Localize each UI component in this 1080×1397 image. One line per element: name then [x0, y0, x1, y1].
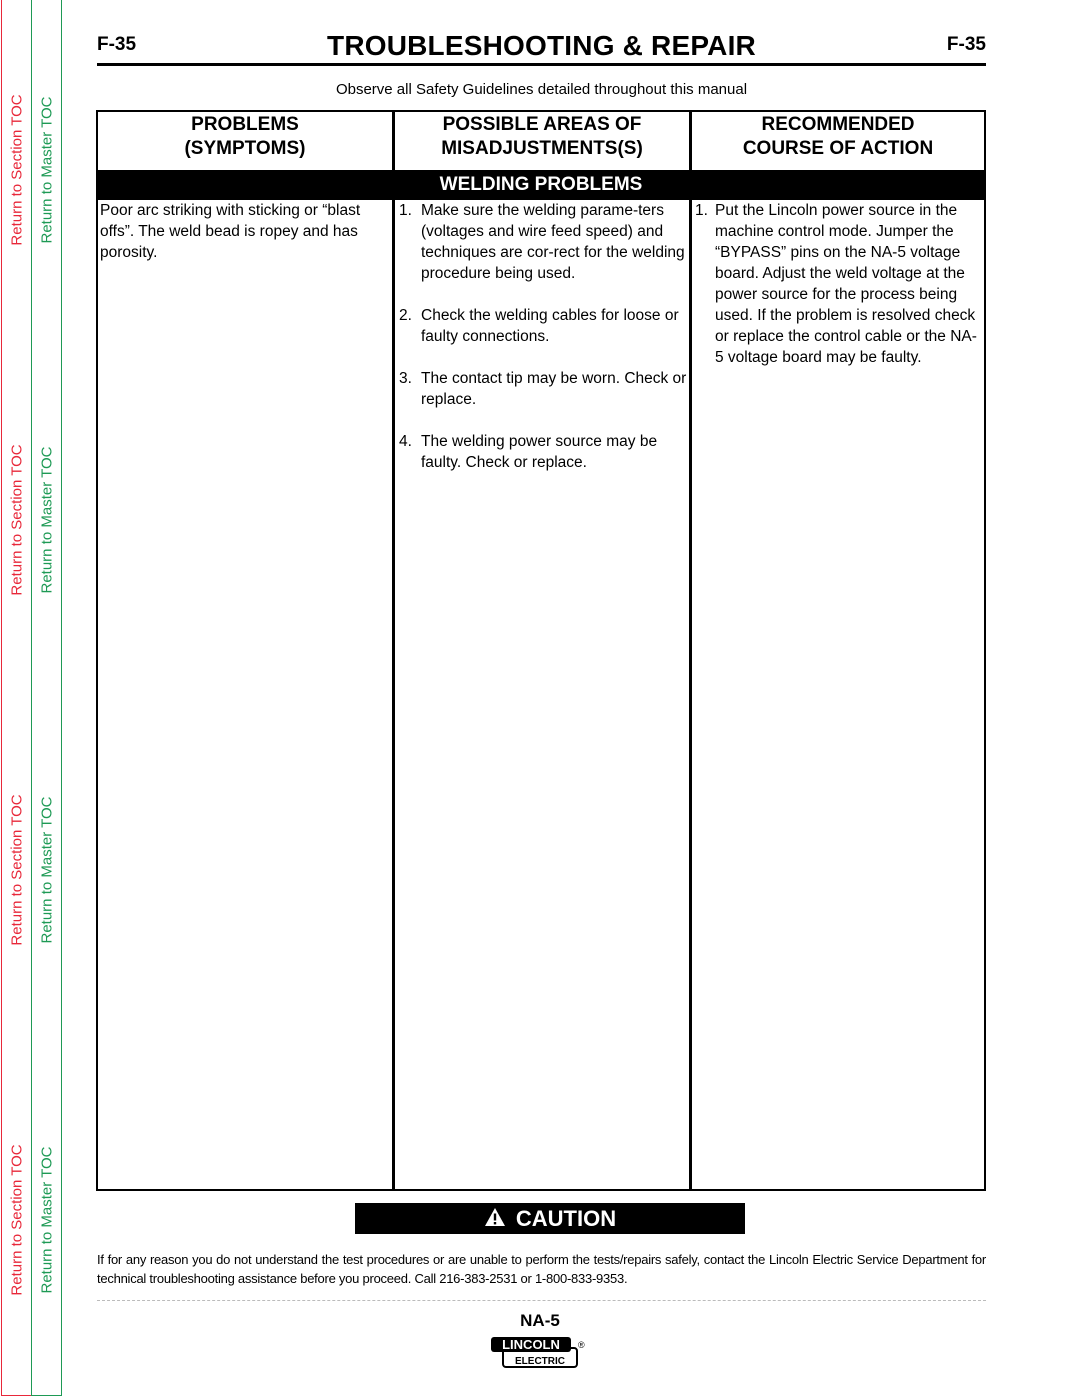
caution-text: If for any reason you do not understand …	[97, 1252, 986, 1286]
link-label: Return to Section TOC	[8, 444, 25, 596]
link-label: Return to Section TOC	[8, 1144, 25, 1296]
return-to-section-toc-link[interactable]: Return to Section TOC	[2, 1130, 31, 1310]
item-number: 1.	[399, 202, 412, 219]
page-header: F-35 TROUBLESHOOTING & REPAIR F-35	[97, 26, 986, 64]
return-to-section-toc-link[interactable]: Return to Section TOC	[2, 80, 31, 260]
registered-mark: ®	[578, 1340, 585, 1350]
section-toc-strip: Return to Section TOC Return to Section …	[1, 0, 32, 1396]
possible-area-item: 3. The contact tip may be worn. Check or…	[397, 368, 687, 410]
column-header-line: COURSE OF ACTION	[742, 138, 934, 159]
item-text: Make sure the welding parame-ters (volta…	[421, 202, 685, 282]
column-header-problems: PROBLEMS (SYMPTOMS)	[98, 112, 392, 171]
item-number: 3.	[399, 370, 412, 387]
safety-note: Observe all Safety Guidelines detailed t…	[335, 81, 748, 98]
item-number: 4.	[399, 433, 412, 450]
section-band-label: WELDING PROBLEMS	[439, 174, 643, 195]
recommended-cell: 1. Put the Lincoln power source in the m…	[693, 200, 985, 389]
link-label: Return to Section TOC	[8, 794, 25, 946]
return-to-section-toc-link[interactable]: Return to Section TOC	[2, 430, 31, 610]
section-band: WELDING PROBLEMS	[98, 170, 984, 200]
caution-label: CAUTION	[515, 1206, 617, 1231]
column-header-possible-areas: POSSIBLE AREAS OF MISADJUSTMENTS(S)	[395, 112, 689, 171]
page-number-right: F-35	[946, 34, 986, 55]
link-label: Return to Master TOC	[38, 796, 55, 944]
column-header-line: (SYMPTOMS)	[184, 138, 306, 159]
column-header-line: PROBLEMS	[191, 114, 299, 135]
link-label: Return to Section TOC	[8, 94, 25, 246]
return-to-master-toc-link[interactable]: Return to Master TOC	[32, 80, 61, 260]
header-rule	[97, 63, 986, 66]
item-text: The welding power source may be faulty. …	[421, 433, 658, 471]
footer-divider	[97, 1300, 986, 1301]
return-to-master-toc-link[interactable]: Return to Master TOC	[32, 1130, 61, 1310]
logo-top-text: LINCOLN	[502, 1337, 560, 1352]
return-to-master-toc-link[interactable]: Return to Master TOC	[32, 430, 61, 610]
troubleshooting-table: PROBLEMS (SYMPTOMS) POSSIBLE AREAS OF MI…	[96, 110, 986, 1191]
item-number: 2.	[399, 307, 412, 324]
warning-triangle-icon	[484, 1207, 505, 1226]
possible-area-item: 4. The welding power source may be fault…	[397, 431, 687, 473]
possible-areas-cell: 1. Make sure the welding parame-ters (vo…	[397, 200, 687, 494]
link-label: Return to Master TOC	[38, 446, 55, 594]
item-text: The contact tip may be worn. Check or re…	[421, 370, 687, 408]
possible-area-item: 2. Check the welding cables for loose or…	[397, 305, 687, 347]
column-header-recommended: RECOMMENDED COURSE OF ACTION	[692, 112, 984, 171]
caution-banner: CAUTION	[355, 1203, 745, 1234]
item-text: Check the welding cables for loose or fa…	[421, 307, 679, 345]
recommended-action-item: 1. Put the Lincoln power source in the m…	[693, 200, 985, 368]
link-label: Return to Master TOC	[38, 96, 55, 244]
column-divider	[392, 112, 395, 1189]
lincoln-electric-logo: LINCOLN ELECTRIC ®	[491, 1337, 585, 1368]
logo-bottom-text: ELECTRIC	[515, 1356, 565, 1367]
page-title: TROUBLESHOOTING & REPAIR	[327, 30, 756, 61]
column-header-line: POSSIBLE AREAS OF	[442, 114, 642, 135]
return-to-master-toc-link[interactable]: Return to Master TOC	[32, 780, 61, 960]
link-label: Return to Master TOC	[38, 1146, 55, 1294]
column-header-line: RECOMMENDED	[761, 114, 915, 135]
model-name: NA-5	[520, 1311, 560, 1330]
item-number: 1.	[695, 202, 708, 219]
return-to-section-toc-link[interactable]: Return to Section TOC	[2, 780, 31, 960]
column-divider	[689, 112, 692, 1189]
item-text: Put the Lincoln power source in the mach…	[715, 202, 977, 366]
possible-area-item: 1. Make sure the welding parame-ters (vo…	[397, 200, 687, 284]
problem-cell: Poor arc striking with sticking or “blas…	[100, 202, 361, 261]
master-toc-strip: Return to Master TOC Return to Master TO…	[31, 0, 62, 1396]
column-header-line: MISADJUSTMENTS(S)	[441, 138, 643, 159]
